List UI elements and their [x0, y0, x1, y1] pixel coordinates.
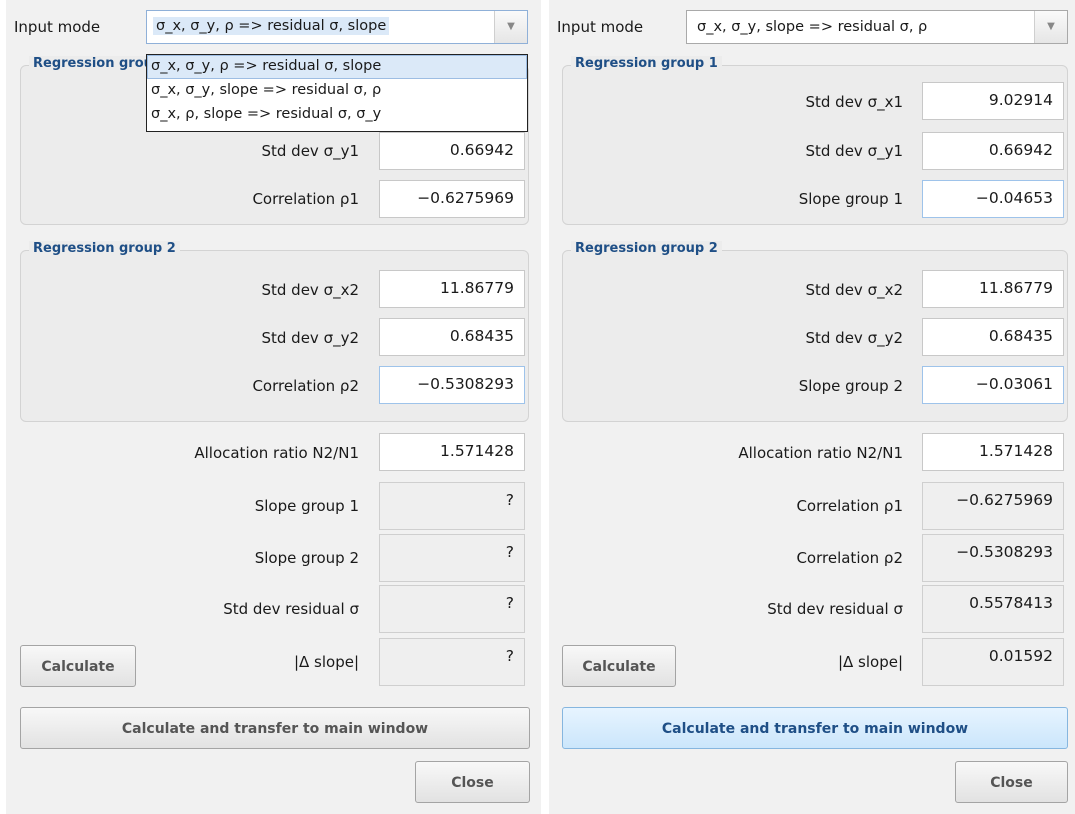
calculate-transfer-button[interactable]: Calculate and transfer to main window: [20, 707, 530, 749]
slope-group-2-output: ?: [379, 534, 525, 582]
slope-group-2-input[interactable]: −0.03061: [922, 366, 1064, 404]
left-dialog: Input mode σ_x, σ_y, ρ => residual σ, sl…: [6, 0, 541, 814]
std-dev-residual-output: 0.5578413: [922, 585, 1064, 633]
field-label: Allocation ratio N2/N1: [194, 444, 359, 462]
std-dev-sy2-input[interactable]: 0.68435: [922, 318, 1064, 356]
field-label: Correlation ρ2: [252, 377, 359, 395]
allocation-ratio-input[interactable]: 1.571428: [922, 433, 1064, 471]
correlation-rho1-input[interactable]: −0.6275969: [379, 180, 525, 218]
right-dialog: Input mode σ_x, σ_y, slope => residual σ…: [549, 0, 1075, 814]
input-mode-value: σ_x, σ_y, ρ => residual σ, slope: [153, 17, 390, 35]
correlation-rho2-output: −0.5308293: [922, 534, 1064, 582]
field-label: Std dev σ_y2: [805, 329, 903, 347]
std-dev-sx2-input[interactable]: 11.86779: [379, 270, 525, 308]
output-label: Std dev residual σ: [223, 600, 359, 618]
slope-group-1-output: ?: [379, 482, 525, 530]
allocation-ratio-input[interactable]: 1.571428: [379, 433, 525, 471]
group-title: Regression group 2: [571, 241, 722, 256]
input-mode-label: Input mode: [14, 18, 101, 36]
calculate-button[interactable]: Calculate: [562, 645, 676, 687]
input-mode-select[interactable]: σ_x, σ_y, ρ => residual σ, slope ▼: [146, 10, 528, 44]
input-mode-select[interactable]: σ_x, σ_y, slope => residual σ, ρ ▼: [686, 10, 1068, 44]
std-dev-sy1-input[interactable]: 0.66942: [922, 132, 1064, 170]
output-label: |Δ slope|: [837, 653, 903, 671]
field-label: Std dev σ_x1: [805, 93, 903, 111]
output-label: Slope group 1: [254, 497, 359, 515]
field-label: Slope group 1: [798, 190, 903, 208]
chevron-down-icon[interactable]: ▼: [1034, 11, 1067, 43]
output-label: Std dev residual σ: [767, 600, 903, 618]
output-label: Slope group 2: [254, 549, 359, 567]
group-title: Regression group 2: [29, 241, 180, 256]
input-mode-label: Input mode: [557, 18, 644, 36]
field-label: Std dev σ_x2: [805, 281, 903, 299]
dropdown-option[interactable]: σ_x, σ_y, ρ => residual σ, slope: [147, 55, 527, 79]
output-label: Correlation ρ2: [796, 549, 903, 567]
std-dev-sx1-input[interactable]: 9.02914: [922, 82, 1064, 120]
delta-slope-output: 0.01592: [922, 638, 1064, 686]
input-mode-dropdown: σ_x, σ_y, ρ => residual σ, slope σ_x, σ_…: [146, 54, 528, 132]
close-button[interactable]: Close: [955, 761, 1068, 803]
chevron-down-icon[interactable]: ▼: [494, 11, 527, 43]
correlation-rho1-output: −0.6275969: [922, 482, 1064, 530]
field-label: Std dev σ_y2: [261, 329, 359, 347]
std-dev-sy1-input[interactable]: 0.66942: [379, 132, 525, 170]
dropdown-option[interactable]: σ_x, ρ, slope => residual σ, σ_y: [147, 103, 527, 127]
calculate-button[interactable]: Calculate: [20, 645, 136, 687]
field-label: Allocation ratio N2/N1: [738, 444, 903, 462]
group-title: Regression group 1: [571, 56, 722, 71]
calculate-transfer-button[interactable]: Calculate and transfer to main window: [562, 707, 1068, 749]
correlation-rho2-input[interactable]: −0.5308293: [379, 366, 525, 404]
field-label: Correlation ρ1: [252, 190, 359, 208]
field-label: Slope group 2: [798, 377, 903, 395]
field-label: Std dev σ_y1: [805, 142, 903, 160]
field-label: Std dev σ_x2: [261, 281, 359, 299]
delta-slope-output: ?: [379, 638, 525, 686]
std-dev-sy2-input[interactable]: 0.68435: [379, 318, 525, 356]
std-dev-residual-output: ?: [379, 585, 525, 633]
dropdown-option[interactable]: σ_x, σ_y, slope => residual σ, ρ: [147, 79, 527, 103]
field-label: Std dev σ_y1: [261, 142, 359, 160]
close-button[interactable]: Close: [415, 761, 530, 803]
slope-group-1-input[interactable]: −0.04653: [922, 180, 1064, 218]
input-mode-value: σ_x, σ_y, slope => residual σ, ρ: [697, 19, 928, 35]
output-label: Correlation ρ1: [796, 497, 903, 515]
std-dev-sx2-input[interactable]: 11.86779: [922, 270, 1064, 308]
output-label: |Δ slope|: [293, 653, 359, 671]
